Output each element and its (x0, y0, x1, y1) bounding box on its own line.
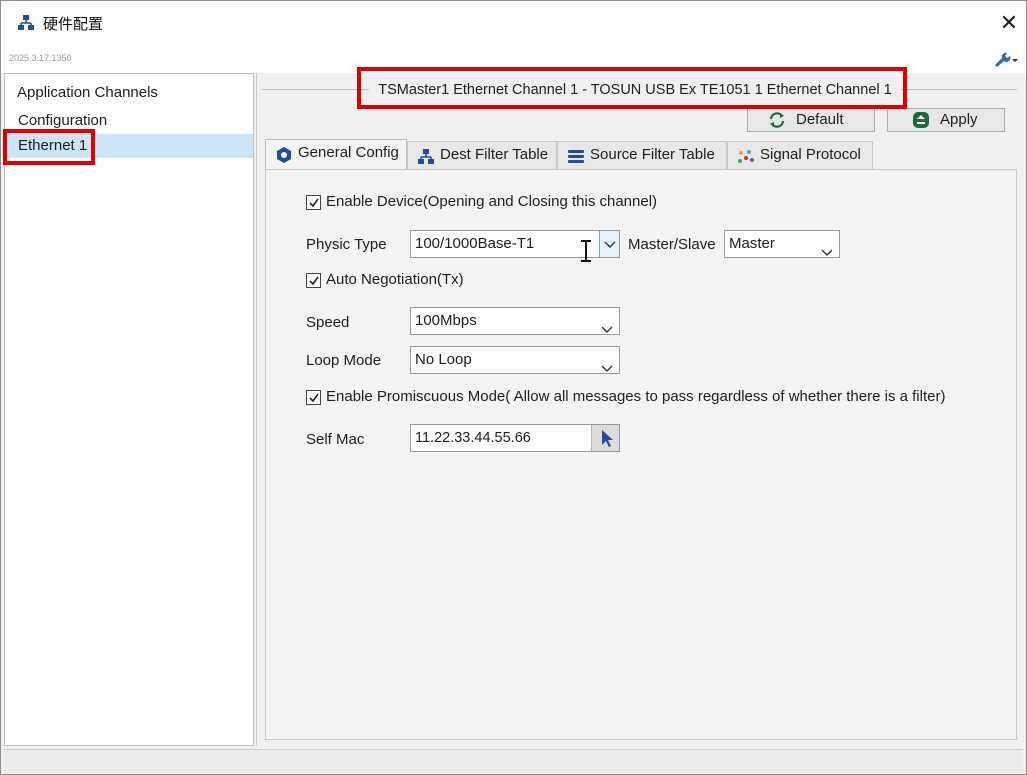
network-tree-icon (17, 14, 35, 32)
tree-item-ethernet-1[interactable]: Ethernet 1 (5, 134, 253, 158)
master-slave-label: Master/Slave (628, 236, 716, 253)
chevron-down-icon (821, 240, 833, 256)
auto-negotiation-row[interactable]: Auto Negotiation(Tx) (306, 270, 506, 290)
master-slave-value: Master (729, 235, 775, 252)
speed-value: 100Mbps (415, 312, 477, 329)
general-config-panel: Enable Device(Opening and Closing this c… (265, 169, 1017, 740)
master-slave-select[interactable]: Master (724, 230, 840, 258)
channel-tree: Application Channels Configuration Ether… (4, 73, 254, 746)
apply-button[interactable]: Apply (887, 108, 1005, 132)
chevron-down-icon (601, 317, 613, 333)
version-label: 2025.3.17.1350 (9, 53, 72, 63)
tree-item-label: Configuration (18, 112, 108, 129)
physic-type-value: 100/1000Base-T1 (415, 235, 535, 252)
cursor-icon (602, 430, 613, 447)
self-mac-value: 11.22.33.44.55.66 (415, 430, 531, 446)
enable-device-label: Enable Device(Opening and Closing this c… (326, 193, 658, 210)
tree-item-configuration[interactable]: Configuration (5, 109, 253, 133)
self-mac-label: Self Mac (306, 431, 365, 448)
wrench-menu-button[interactable] (991, 50, 1019, 70)
loop-mode-label: Loop Mode (306, 352, 382, 369)
window-title: 硬件配置 (43, 16, 104, 33)
enable-device-row[interactable]: Enable Device(Opening and Closing this c… (306, 192, 726, 212)
hardware-config-window: 硬件配置 ✕ 2025.3.17.1350 Application Channe… (0, 0, 1027, 775)
status-bar (4, 749, 1023, 773)
tab-source-filter-table[interactable]: Source Filter Table (557, 141, 727, 169)
channel-config-panel: TSMaster1 Ethernet Channel 1 - TOSUN USB… (256, 73, 1023, 746)
tab-label: Dest Filter Table (440, 146, 549, 163)
tab-label: Signal Protocol (760, 146, 861, 163)
promiscuous-mode-label: Enable Promiscuous Mode( Allow all messa… (326, 388, 946, 405)
dots-icon (737, 148, 755, 164)
tab-general-config[interactable]: General Config (265, 139, 407, 169)
close-button[interactable]: ✕ (997, 9, 1021, 37)
speed-label: Speed (306, 314, 350, 331)
text-cursor-icon (579, 239, 593, 263)
chevron-down-icon (601, 356, 613, 372)
tab-signal-protocol[interactable]: Signal Protocol (727, 141, 873, 169)
network-icon (417, 148, 435, 164)
default-button[interactable]: Default (747, 108, 875, 132)
tree-item-label: Ethernet 1 (18, 137, 88, 154)
tab-strip: General Config Dest Filter Table Source … (265, 139, 1017, 169)
loop-mode-select[interactable]: No Loop (410, 346, 620, 374)
channel-title: TSMaster1 Ethernet Channel 1 - TOSUN USB… (369, 75, 901, 105)
auto-negotiation-checkbox[interactable] (306, 273, 321, 288)
title-bar: 硬件配置 ✕ (1, 1, 1026, 45)
auto-negotiation-label: Auto Negotiation(Tx) (326, 271, 464, 288)
tab-label: General Config (298, 144, 399, 161)
default-label: Default (796, 111, 844, 128)
refresh-icon (768, 112, 786, 128)
promiscuous-mode-checkbox[interactable] (306, 390, 321, 405)
apply-icon (912, 112, 930, 128)
tab-dest-filter-table[interactable]: Dest Filter Table (407, 141, 557, 169)
loop-mode-value: No Loop (415, 351, 472, 368)
stack-icon (567, 148, 585, 164)
apply-label: Apply (940, 111, 978, 128)
tab-label: Source Filter Table (590, 146, 715, 163)
physic-type-label: Physic Type (306, 236, 387, 253)
tree-item-application-channels[interactable]: Application Channels (5, 81, 253, 105)
toolbar: 2025.3.17.1350 (1, 45, 1026, 73)
tree-item-label: Application Channels (17, 84, 158, 101)
enable-device-checkbox[interactable] (306, 195, 321, 210)
gear-hex-icon (275, 146, 293, 163)
promiscuous-mode-row[interactable]: Enable Promiscuous Mode( Allow all messa… (306, 387, 996, 407)
physic-type-dropdown-button[interactable] (599, 231, 619, 257)
self-mac-pick-button[interactable] (591, 425, 619, 451)
self-mac-input[interactable]: 11.22.33.44.55.66 (410, 424, 620, 452)
speed-select[interactable]: 100Mbps (410, 307, 620, 335)
